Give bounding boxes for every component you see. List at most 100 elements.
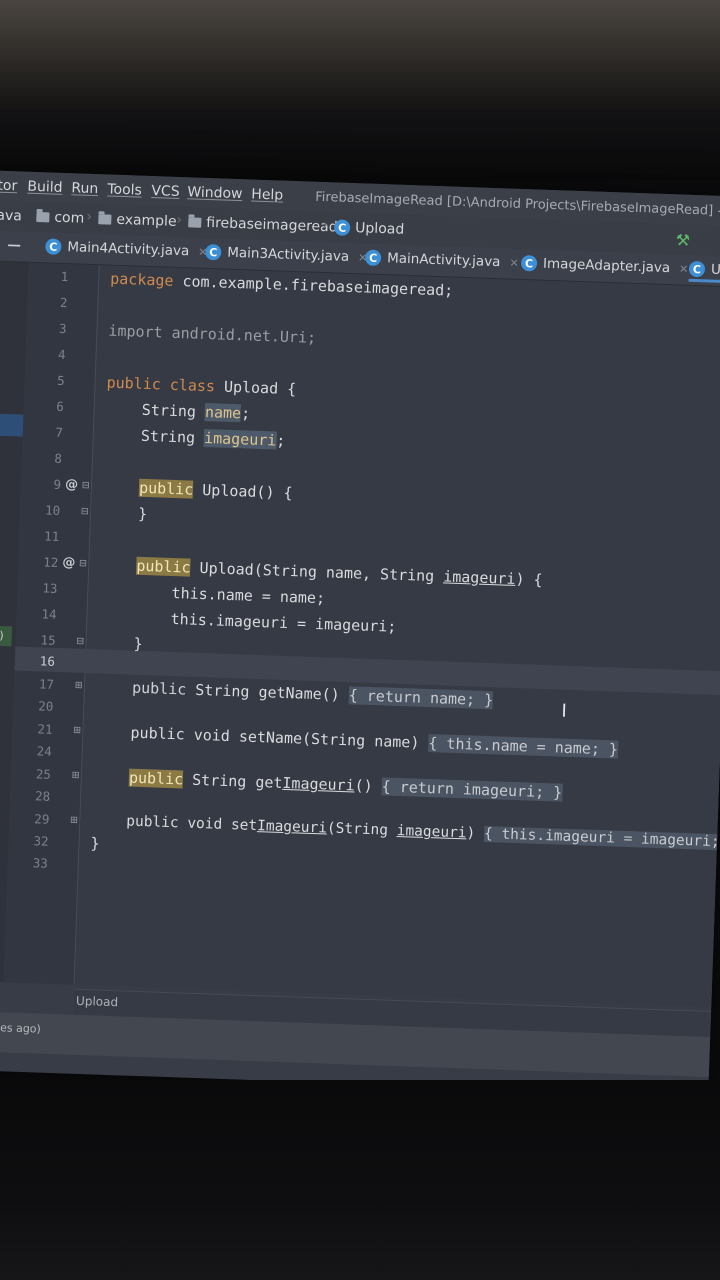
keyword-package: package — [109, 269, 174, 290]
tab-mainactivity[interactable]: C MainActivity.java ✕ — [364, 249, 519, 271]
breadcrumb-label: ava — [0, 207, 23, 225]
breadcrumb-java[interactable]: ava — [0, 208, 22, 225]
line-number: 10 — [44, 502, 61, 519]
status-text: minutes ago) — [0, 1020, 42, 1036]
background-wall — [0, 0, 720, 110]
line-number: 21 — [37, 721, 53, 737]
tab-label: Main3Activity.java — [226, 244, 350, 265]
class-icon: C — [364, 249, 382, 267]
line-number: 2 — [59, 294, 68, 311]
code-text[interactable]: String name; — [105, 400, 251, 423]
line-number: 4 — [57, 346, 66, 363]
code-text[interactable]: String imageuri; — [105, 426, 286, 450]
line-number: 9 — [53, 476, 62, 493]
code-text[interactable]: } — [97, 633, 143, 653]
keyword-public: public — [138, 478, 194, 499]
close-icon[interactable]: ✕ — [509, 256, 519, 269]
folded-block[interactable]: { return name; } — [348, 686, 494, 710]
tab-upload[interactable]: CU — [688, 260, 720, 283]
tab-label: Main4Activity.java — [67, 239, 190, 260]
keyword-public: public — [131, 678, 187, 699]
close-icon[interactable]: ✕ — [679, 262, 689, 275]
fold-end-icon[interactable]: ⊟ — [81, 504, 89, 518]
line-number: 8 — [54, 450, 63, 467]
line-number: 33 — [32, 855, 49, 871]
code-text[interactable]: import android.net.Uri; — [108, 322, 316, 347]
line-number: 24 — [36, 743, 53, 759]
folder-icon — [98, 214, 112, 225]
menu-run[interactable]: Run — [71, 180, 98, 197]
tab-label: U — [710, 261, 720, 278]
footer-class-label[interactable]: Upload — [76, 994, 119, 1009]
fold-icon[interactable]: ⊟ — [79, 556, 87, 570]
collapse-icon[interactable]: — — [7, 237, 21, 253]
override-at-icon[interactable]: @ — [65, 477, 79, 492]
breadcrumb-label: example — [116, 211, 177, 230]
menu-build[interactable]: Build — [27, 179, 63, 196]
field-imageuri: imageuri — [203, 428, 277, 450]
chevron-right-icon: › — [86, 208, 93, 225]
menu-editor[interactable]: tor — [0, 178, 18, 195]
code-text[interactable]: this.name = name; — [99, 581, 325, 607]
chevron-right-icon: › — [176, 211, 183, 229]
override-at-icon[interactable]: @ — [62, 555, 76, 570]
line-number: 14 — [41, 606, 57, 622]
breadcrumb-example[interactable]: example — [98, 211, 177, 230]
code-text[interactable]: } — [102, 503, 148, 523]
text-cursor-icon: I — [561, 700, 568, 722]
line-number: 25 — [35, 766, 52, 782]
keyword-public: public — [128, 768, 184, 789]
line-number: 5 — [56, 372, 65, 389]
line-number: 7 — [55, 424, 64, 441]
line-number: 17 — [38, 676, 55, 692]
code-text[interactable]: public class Upload { — [106, 374, 296, 399]
menu-tools[interactable]: Tools — [107, 181, 142, 198]
line-number: 3 — [58, 320, 67, 337]
line-number: 13 — [42, 580, 58, 596]
class-icon: C — [333, 219, 351, 236]
fold-plus-icon[interactable]: ⊞ — [75, 678, 83, 692]
line-number: 32 — [33, 833, 49, 849]
monitor-bezel-bottom — [0, 1080, 720, 1280]
ide-window: tor Build Run Tools VCS Window Help Fire… — [0, 170, 720, 1096]
breadcrumb-label: firebaseimageread — [206, 214, 338, 236]
fold-plus-icon[interactable]: ⊞ — [72, 768, 80, 782]
breadcrumb-upload[interactable]: C Upload — [333, 219, 405, 238]
line-number: 16 — [39, 653, 56, 669]
fold-icon[interactable]: ⊟ — [82, 478, 90, 492]
line-number: 28 — [34, 788, 51, 804]
menu-window[interactable]: Window — [187, 184, 243, 202]
chevron-right-icon: › — [322, 216, 329, 234]
line-number: 12 — [43, 554, 59, 570]
menu-vcs[interactable]: VCS — [151, 183, 180, 200]
menu-help[interactable]: Help — [251, 186, 283, 203]
class-icon: C — [45, 238, 62, 255]
folder-icon — [36, 211, 50, 223]
breadcrumb-label: com — [54, 209, 85, 227]
class-icon: C — [688, 260, 706, 278]
tab-label: ImageAdapter.java — [542, 255, 671, 277]
field-name: name — [204, 403, 242, 423]
class-icon: C — [204, 243, 222, 261]
tab-label: MainActivity.java — [386, 250, 501, 271]
code-text[interactable]: } — [90, 834, 100, 852]
line-number: 1 — [60, 268, 69, 285]
folder-icon — [188, 217, 202, 228]
line-number: 15 — [40, 632, 56, 648]
class-icon: C — [520, 254, 538, 272]
run-config-label[interactable]: Test) — [0, 624, 13, 647]
breadcrumb-com[interactable]: com — [36, 209, 85, 227]
tab-main3activity[interactable]: C Main3Activity.java ✕ — [204, 243, 368, 266]
monitor-bezel-top — [0, 110, 720, 180]
code-text[interactable]: public Upload() { — [103, 477, 293, 502]
fold-end-icon[interactable]: ⊟ — [76, 634, 84, 648]
tab-main4activity[interactable]: C Main4Activity.java ✕ — [45, 238, 208, 260]
fold-plus-icon[interactable]: ⊞ — [73, 723, 81, 737]
line-number: 20 — [38, 698, 54, 714]
build-hammer-icon[interactable]: ⚒ — [675, 230, 690, 249]
fold-plus-icon[interactable]: ⊞ — [70, 813, 78, 827]
selected-tree-item[interactable] — [0, 412, 24, 437]
tab-imageadapter[interactable]: C ImageAdapter.java ✕ — [520, 254, 689, 277]
breadcrumb-package[interactable]: firebaseimageread — [188, 214, 338, 236]
line-number: 11 — [43, 528, 60, 544]
